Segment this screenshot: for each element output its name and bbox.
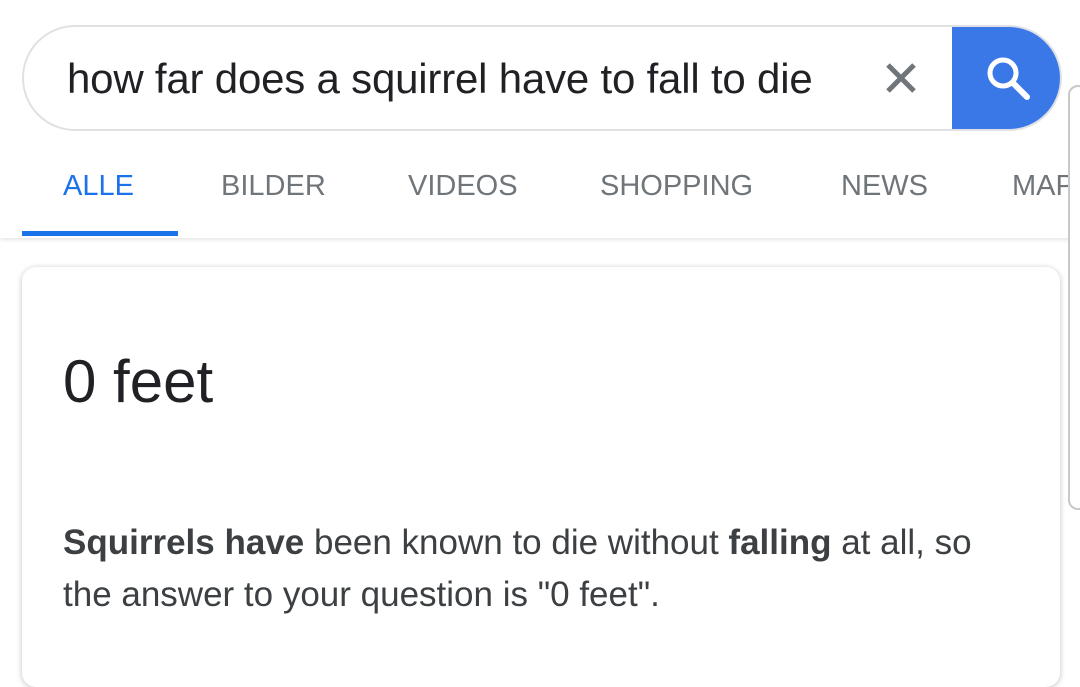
tab-shopping[interactable]: SHOPPING <box>600 170 753 203</box>
search-header: how far does a squirrel have to fall to … <box>0 0 1080 238</box>
search-button[interactable] <box>952 27 1060 129</box>
close-icon <box>886 63 916 93</box>
clear-button[interactable] <box>876 53 926 103</box>
answer-heading: 0 feet <box>63 348 214 415</box>
snippet-segment: falling <box>728 523 832 562</box>
tab-news[interactable]: NEWS <box>841 170 928 203</box>
tab-images[interactable]: BILDER <box>221 170 326 203</box>
snippet-segment: Squirrels <box>63 523 215 562</box>
snippet-segment: have <box>224 523 305 562</box>
snippet-segment: been known to die without <box>304 523 729 562</box>
search-input[interactable]: how far does a squirrel have to fall to … <box>67 55 813 103</box>
tab-videos[interactable]: VIDEOS <box>408 170 518 203</box>
snippet-text: Squirrels have been known to die without… <box>63 517 1023 621</box>
side-panel-edge[interactable] <box>1068 85 1080 510</box>
featured-snippet-card: 0 feet Squirrels have been known to die … <box>22 267 1060 687</box>
search-icon <box>987 57 1030 100</box>
tab-all[interactable]: ALLE <box>63 170 134 203</box>
search-bar[interactable]: how far does a squirrel have to fall to … <box>22 25 1062 131</box>
search-tabs: ALLE BILDER VIDEOS SHOPPING NEWS MAPS <box>0 150 1080 238</box>
snippet-segment <box>215 523 225 562</box>
active-tab-indicator <box>22 231 178 236</box>
